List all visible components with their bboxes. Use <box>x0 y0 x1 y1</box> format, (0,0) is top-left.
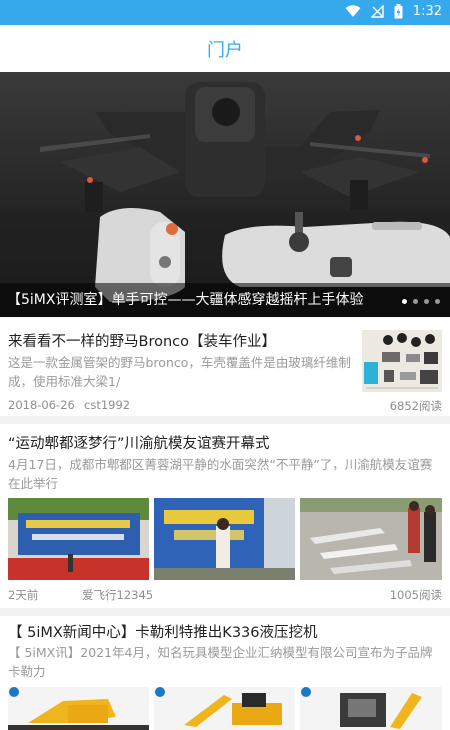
article-date: 2天前 <box>8 588 39 602</box>
status-bar: 1:32 <box>0 0 450 25</box>
article-date: 2018-06-26 <box>8 398 75 412</box>
article-title: 【 5iMX新闻中心】卡勒利特推出K336液压挖机 <box>8 625 318 641</box>
article-card-model-contest[interactable]: “运动郫都逐梦行”川渝航模友谊赛开幕式 4月17日，成都市郫都区菁蓉湖平静的水面… <box>0 424 450 608</box>
article-summary: 【 5iMX讯】2021年4月，知名玩具模型企业汇纳模型有限公司宣布为子品牌卡勒… <box>8 645 433 679</box>
app-bar: 门户 <box>0 25 450 73</box>
article-thumbnail <box>362 330 442 392</box>
article-author: cst1992 <box>84 398 131 412</box>
banner-carousel[interactable]: 【5iMX评测室】单手可控——大疆体感穿越摇杆上手体验 <box>0 72 450 317</box>
signal-off-icon <box>370 5 384 18</box>
article-title: “运动郫都逐梦行”川渝航模友谊赛开幕式 <box>8 436 270 452</box>
carousel-dot <box>413 299 418 304</box>
article-author: 爱飞行12345 <box>82 588 154 602</box>
carousel-dot <box>402 299 407 304</box>
banner-caption: 【5iMX评测室】单手可控——大疆体感穿越摇杆上手体验 <box>0 283 450 317</box>
carousel-dot <box>424 299 429 304</box>
article-image-excavator <box>300 687 442 730</box>
article-summary: 4月17日，成都市郫都区菁蓉湖平静的水面突然“不平静”了，川渝航模友谊赛在此举行 <box>8 457 433 491</box>
status-time: 1:32 <box>412 4 442 19</box>
article-summary: 这是一款金属管架的野马bronco，车壳覆盖件是由玻璃纤维制成，使用标准大梁1/ <box>8 355 351 389</box>
wifi-icon <box>345 5 361 17</box>
banner-image <box>0 72 450 317</box>
article-title: 来看看不一样的野马Bronco【装车作业】 <box>8 334 276 350</box>
article-image-excavator <box>8 687 149 730</box>
article-image-stage <box>8 498 149 580</box>
article-read-count: 1005阅读 <box>389 588 442 602</box>
article-image-host <box>154 498 295 580</box>
battery-icon <box>394 4 403 19</box>
article-card-excavator[interactable]: 【 5iMX新闻中心】卡勒利特推出K336液压挖机 【 5iMX讯】2021年4… <box>0 616 450 730</box>
article-image-planes <box>300 498 442 580</box>
article-read-count: 6852阅读 <box>389 399 442 413</box>
carousel-dot <box>435 299 440 304</box>
page-title: 门户 <box>207 39 243 61</box>
carousel-indicator <box>402 299 440 304</box>
article-image-excavator <box>154 687 295 730</box>
article-card-bronco[interactable]: 来看看不一样的野马Bronco【装车作业】 这是一款金属管架的野马bronco，… <box>0 318 450 416</box>
